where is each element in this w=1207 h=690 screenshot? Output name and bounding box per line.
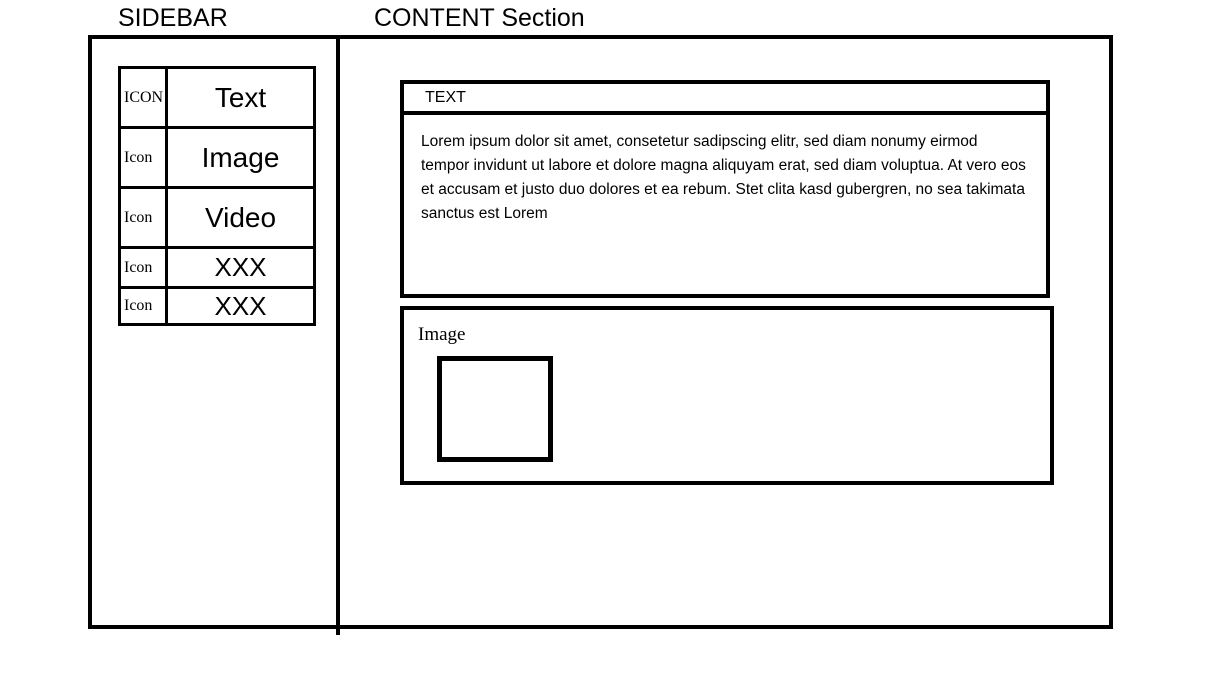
text-icon: ICON (121, 69, 168, 126)
sidebar-item-label: Image (201, 141, 280, 173)
sidebar-item-video[interactable]: Icon Video (118, 186, 316, 246)
content-caption: CONTENT Section (374, 4, 585, 32)
panel-divider (336, 35, 340, 635)
sidebar-menu: ICON Text Icon Image Icon Video Icon XXX… (118, 66, 316, 326)
sidebar-item-xxx-2[interactable]: Icon XXX (118, 286, 316, 326)
placeholder-icon: Icon (121, 289, 168, 323)
image-icon: Icon (121, 129, 168, 186)
image-placeholder[interactable] (437, 356, 553, 462)
sidebar-item-text[interactable]: ICON Text (118, 66, 316, 126)
text-card-header: TEXT (404, 84, 1046, 115)
sidebar-item-xxx-1[interactable]: Icon XXX (118, 246, 316, 286)
image-card-label: Image (418, 324, 466, 345)
sidebar-caption: SIDEBAR (118, 4, 228, 32)
sidebar-item-label: XXX (214, 290, 267, 321)
sidebar-item-label: XXX (214, 252, 267, 282)
sidebar-item-label: Video (204, 201, 277, 233)
body-paragraph: Lorem ipsum dolor sit amet, consetetur s… (421, 133, 1026, 222)
image-card: Image (400, 306, 1054, 485)
sidebar-item-label: Text (214, 81, 267, 113)
placeholder-icon: Icon (121, 249, 168, 286)
sidebar-item-image[interactable]: Icon Image (118, 126, 316, 186)
video-icon: Icon (121, 189, 168, 246)
text-card-body: Lorem ipsum dolor sit amet, consetetur s… (404, 115, 1046, 226)
text-card: TEXT Lorem ipsum dolor sit amet, consete… (400, 80, 1050, 298)
